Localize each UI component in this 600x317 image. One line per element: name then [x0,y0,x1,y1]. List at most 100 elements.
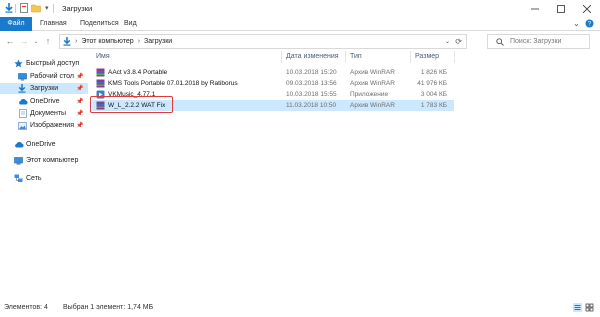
status-item-count: Элементов: 4 [4,304,48,311]
column-divider[interactable] [410,51,411,63]
navigation-pane: Быстрый доступ Рабочий стол 📌 Загрузки 📌… [0,51,88,299]
folder-down-icon[interactable] [5,3,13,13]
nav-item-downloads[interactable]: Загрузки 📌 [0,83,88,94]
nav-this-pc-label: Этот компьютер [26,157,79,164]
address-row: ← → ⌄ ↑ › Этот компьютер › Загрузки ⌄ ⟳ … [0,31,600,51]
tab-home[interactable]: Главная [34,17,73,31]
nav-onedrive[interactable]: OneDrive [0,139,88,150]
nav-quick-access[interactable]: Быстрый доступ [0,58,88,69]
arrow-right-icon: → [19,36,29,46]
pin-icon: 📌 [76,74,84,80]
nav-item-documents[interactable]: Документы 📌 [0,108,88,119]
file-size: 1 826 КБ [420,69,447,76]
column-header-date[interactable]: Дата изменения [286,51,339,63]
nav-item-label: OneDrive [30,98,60,105]
nav-item-pictures[interactable]: Изображения 📌 [0,120,88,131]
status-selection: Выбран 1 элемент: 1,74 МБ [63,304,154,311]
file-type: Архив WinRAR [350,102,395,109]
large-icons-view-icon[interactable] [585,303,594,312]
tab-view[interactable]: Вид [118,17,143,31]
file-date: 10.03.2018 15:55 [286,91,337,98]
maximize-icon [557,4,565,13]
column-divider[interactable] [454,51,455,63]
close-button[interactable] [574,0,600,17]
nav-item-label: Рабочий стол [30,73,74,80]
search-box[interactable]: Поиск: Загрузки [487,34,590,49]
nav-item-label: Изображения [30,122,74,129]
divider [15,4,16,13]
file-size: 1 783 КБ [420,102,447,109]
file-row[interactable]: AAct v3.8.4 Portable 10.03.2018 15:20 Ар… [92,67,454,78]
file-list: Имя Дата изменения Тип Размер AAct v3.8.… [88,51,600,299]
search-icon [496,38,504,46]
column-header-type[interactable]: Тип [350,51,362,63]
nav-network[interactable]: Сеть [0,173,88,184]
nav-network-label: Сеть [26,175,42,182]
minimize-icon [531,8,539,9]
properties-icon[interactable] [20,3,28,13]
address-bar[interactable]: › Этот компьютер › Загрузки ⌄ ⟳ [59,34,467,49]
column-header-size[interactable]: Размер [415,51,439,63]
file-date: 11.03.2018 10:50 [286,102,337,109]
nav-quick-access-label: Быстрый доступ [26,60,80,67]
winrar-archive-icon [96,68,105,77]
document-icon [19,109,27,118]
refresh-icon[interactable]: ⟳ [455,37,462,46]
file-type: Архив WinRAR [350,69,395,76]
cloud-icon [19,98,28,105]
column-divider[interactable] [281,51,282,63]
chevron-down-icon: ⌄ [33,38,39,45]
tab-file[interactable]: Файл [0,17,32,31]
column-header-name[interactable]: Имя [96,51,110,63]
address-dropdown-icon[interactable]: ⌄ [445,38,450,45]
breadcrumb-this-pc[interactable]: Этот компьютер [81,38,133,45]
divider [53,4,54,13]
star-icon [14,59,23,68]
file-name: KMS Tools Portable 07.01.2018 by Ratibor… [108,80,238,87]
breadcrumb-downloads[interactable]: Загрузки [144,38,172,45]
breadcrumb-separator: › [137,38,141,45]
highlight-annotation [90,96,173,113]
title-bar: ▾ Загрузки [0,0,600,17]
pin-icon: 📌 [76,99,84,105]
pin-icon: 📌 [76,86,84,92]
picture-icon [18,121,27,130]
nav-this-pc[interactable]: Этот компьютер [0,155,88,166]
customize-qa-icon[interactable]: ▾ [45,4,49,12]
up-button[interactable]: ↑ [42,35,54,47]
winrar-archive-icon [96,79,105,88]
arrow-left-icon: ← [5,36,15,46]
file-row[interactable]: KMS Tools Portable 07.01.2018 by Ratibor… [92,78,454,89]
details-view-icon[interactable] [573,303,582,312]
cloud-icon [15,141,24,148]
downloads-icon [18,84,26,93]
breadcrumb-separator: › [75,38,78,45]
help-icon[interactable]: ? [585,19,594,28]
pin-icon: 📌 [76,123,84,129]
recent-locations-button[interactable]: ⌄ [30,35,42,47]
nav-onedrive-label: OneDrive [26,141,56,148]
new-folder-icon[interactable] [31,3,41,13]
desktop-icon [18,72,27,80]
file-date: 10.03.2018 15:20 [286,69,337,76]
file-date: 09.03.2018 13:56 [286,80,337,87]
arrow-up-icon: ↑ [45,36,51,46]
network-icon [14,174,23,182]
file-type: Приложение [350,91,389,98]
ribbon-tabs: Файл Главная Поделиться Вид ⌄ ? [0,17,600,31]
pin-icon: 📌 [76,111,84,117]
expand-ribbon-icon[interactable]: ⌄ [573,19,580,28]
nav-item-desktop[interactable]: Рабочий стол 📌 [0,71,88,82]
nav-item-label: Загрузки [30,85,59,92]
nav-item-label: Документы [30,110,67,117]
forward-button[interactable]: → [18,35,30,47]
back-button[interactable]: ← [4,35,16,47]
search-placeholder: Поиск: Загрузки [510,38,562,45]
column-divider[interactable] [345,51,346,63]
minimize-button[interactable] [522,0,548,17]
nav-item-onedrive-pinned[interactable]: OneDrive 📌 [0,96,88,107]
file-size: 3 004 КБ [420,91,447,98]
maximize-button[interactable] [548,0,574,17]
window-title: Загрузки [62,4,93,13]
file-type: Архив WinRAR [350,80,395,87]
